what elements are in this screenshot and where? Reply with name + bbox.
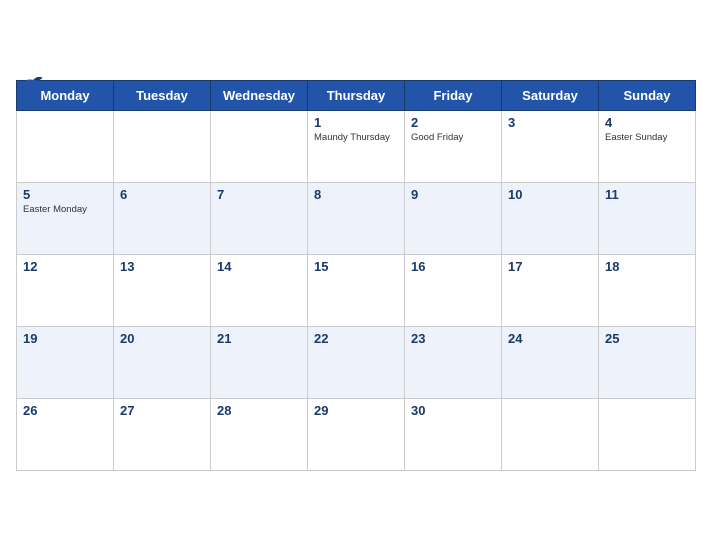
day-number: 1 [314, 115, 398, 130]
calendar-cell [211, 110, 308, 182]
calendar-cell [17, 110, 114, 182]
calendar-cell: 20 [114, 326, 211, 398]
day-event: Good Friday [411, 132, 495, 143]
calendar-cell [502, 398, 599, 470]
weekday-header-thursday: Thursday [308, 80, 405, 110]
calendar-cell: 12 [17, 254, 114, 326]
calendar-cell: 13 [114, 254, 211, 326]
calendar-cell: 25 [599, 326, 696, 398]
day-event: Easter Sunday [605, 132, 689, 143]
calendar-cell: 28 [211, 398, 308, 470]
weekday-header-row: MondayTuesdayWednesdayThursdayFridaySatu… [17, 80, 696, 110]
weekday-header-friday: Friday [405, 80, 502, 110]
weekday-header-wednesday: Wednesday [211, 80, 308, 110]
day-number: 2 [411, 115, 495, 130]
calendar-cell: 5 Easter Monday [17, 182, 114, 254]
calendar-cell: 1 Maundy Thursday [308, 110, 405, 182]
day-number: 3 [508, 115, 592, 130]
calendar-cell: 14 [211, 254, 308, 326]
calendar-cell: 18 [599, 254, 696, 326]
day-number: 18 [605, 259, 689, 274]
day-number: 15 [314, 259, 398, 274]
calendar-cell: 11 [599, 182, 696, 254]
day-number: 21 [217, 331, 301, 346]
day-number: 11 [605, 187, 689, 202]
calendar-cell: 29 [308, 398, 405, 470]
calendar-cell: 21 [211, 326, 308, 398]
weekday-header-sunday: Sunday [599, 80, 696, 110]
day-number: 26 [23, 403, 107, 418]
week-row-4: 19 20 21 22 23 24 25 [17, 326, 696, 398]
calendar-cell: 8 [308, 182, 405, 254]
week-row-3: 12 13 14 15 16 17 18 [17, 254, 696, 326]
calendar-cell: 15 [308, 254, 405, 326]
day-number: 19 [23, 331, 107, 346]
day-number: 7 [217, 187, 301, 202]
day-event: Easter Monday [23, 204, 107, 215]
day-event: Maundy Thursday [314, 132, 398, 143]
day-number: 17 [508, 259, 592, 274]
day-number: 9 [411, 187, 495, 202]
week-row-1: 1 Maundy Thursday 2 Good Friday 34 Easter Sun… [17, 110, 696, 182]
day-number: 24 [508, 331, 592, 346]
calendar-cell: 2 Good Friday [405, 110, 502, 182]
calendar-cell: 9 [405, 182, 502, 254]
day-number: 22 [314, 331, 398, 346]
logo [16, 74, 44, 106]
calendar-cell: 4 Easter Sunday [599, 110, 696, 182]
day-number: 13 [120, 259, 204, 274]
day-number: 12 [23, 259, 107, 274]
calendar-cell: 22 [308, 326, 405, 398]
calendar-cell: 10 [502, 182, 599, 254]
day-number: 28 [217, 403, 301, 418]
day-number: 8 [314, 187, 398, 202]
week-row-2: 5 Easter Monday 6789 10 11 [17, 182, 696, 254]
day-number: 16 [411, 259, 495, 274]
calendar-cell [599, 398, 696, 470]
calendar-cell: 6 [114, 182, 211, 254]
day-number: 30 [411, 403, 495, 418]
calendar-cell [114, 110, 211, 182]
calendar-cell: 19 [17, 326, 114, 398]
day-number: 23 [411, 331, 495, 346]
day-number: 4 [605, 115, 689, 130]
calendar-cell: 23 [405, 326, 502, 398]
calendar-cell: 30 [405, 398, 502, 470]
weekday-header-tuesday: Tuesday [114, 80, 211, 110]
week-row-5: 26 27 28 29 30 [17, 398, 696, 470]
calendar-cell: 7 [211, 182, 308, 254]
day-number: 5 [23, 187, 107, 202]
calendar-cell: 3 [502, 110, 599, 182]
day-number: 6 [120, 187, 204, 202]
calendar-cell: 24 [502, 326, 599, 398]
calendar: MondayTuesdayWednesdayThursdayFridaySatu… [0, 64, 712, 487]
day-number: 10 [508, 187, 592, 202]
calendar-cell: 16 [405, 254, 502, 326]
day-number: 29 [314, 403, 398, 418]
day-number: 25 [605, 331, 689, 346]
calendar-cell: 27 [114, 398, 211, 470]
weekday-header-saturday: Saturday [502, 80, 599, 110]
calendar-cell: 26 [17, 398, 114, 470]
day-number: 14 [217, 259, 301, 274]
calendar-table: MondayTuesdayWednesdayThursdayFridaySatu… [16, 80, 696, 471]
calendar-cell: 17 [502, 254, 599, 326]
day-number: 20 [120, 331, 204, 346]
day-number: 27 [120, 403, 204, 418]
